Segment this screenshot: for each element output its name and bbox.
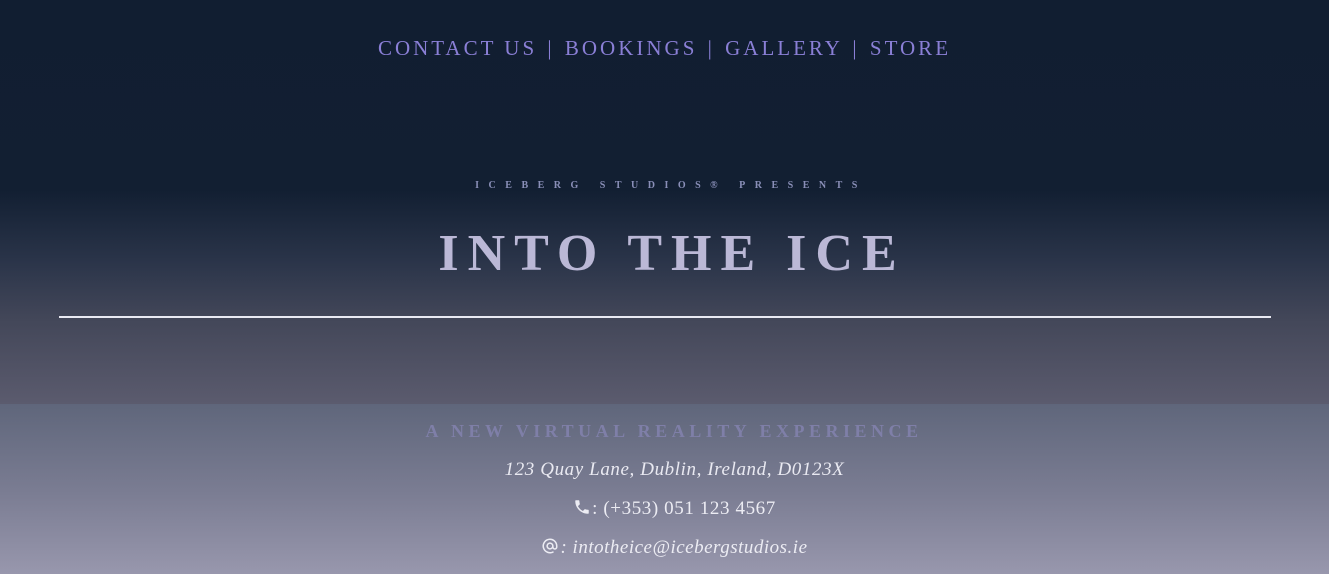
email-line: : intotheice@icebergstudios.ie [0,537,1329,561]
studio-presents-label: ICEBERG STUDIOS® PRESENTS [475,180,867,191]
nav-link-bookings[interactable]: BOOKINGS [565,36,698,60]
address-text: 123 Quay Lane, Dublin, Ireland, D0123X [504,459,845,480]
nav-link-gallery[interactable]: GALLERY [725,36,842,60]
nav-link-store[interactable]: STORE [870,36,951,60]
top-navigation: CONTACT US | BOOKINGS | GALLERY | STORE [0,36,1329,61]
divider [59,316,1271,318]
tagline: A NEW VIRTUAL REALITY EXPERIENCE [425,421,923,441]
at-sign-icon [541,537,559,561]
nav-link-contact-us[interactable]: CONTACT US [378,36,537,60]
nav-separator: | [707,36,715,60]
phone-icon [573,498,591,522]
page-title: INTO THE ICE [438,225,906,282]
nav-separator: | [547,36,555,60]
nav-separator: | [852,36,860,60]
phone-line: : (+353) 051 123 4567 [0,498,1329,522]
email-link[interactable]: : intotheice@icebergstudios.ie [560,537,807,558]
phone-number: : (+353) 051 123 4567 [592,498,776,519]
